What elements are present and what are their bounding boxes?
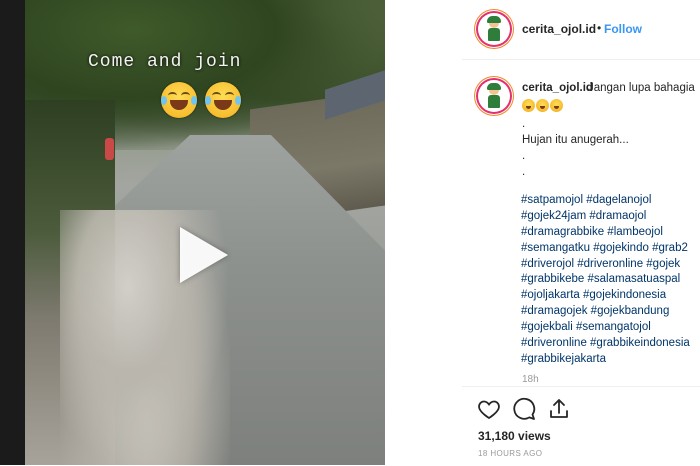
play-icon[interactable] [180,227,228,283]
caption-line: . [522,150,526,162]
hashtag-line[interactable]: #dramagrabbike #lambeojol [521,225,700,241]
hashtag-line[interactable]: #semangatku #gojekindo #grab2 [521,241,700,257]
video-player[interactable]: Come and join [0,0,385,465]
caption-line: . [522,166,526,178]
action-bar: 31,180 views 18 HOURS AGO [462,386,700,466]
post-side-panel: cerita_ojol.id • Follow cerita_ojol.id J… [462,0,700,465]
heart-icon[interactable] [477,397,501,421]
caption-line: Hujan itu anugerah... [522,134,629,146]
share-icon[interactable] [547,397,571,421]
hashtag-line[interactable]: #driverojol #driveronline #gojek [521,257,700,273]
panel-gap [385,0,462,465]
hashtag-line[interactable]: #grabbikejakarta [521,352,700,368]
hashtag-line[interactable]: #gojek24jam #dramaojol [521,209,700,225]
header-separator: • [597,21,602,35]
grinning-emoji-icon [536,99,549,112]
laughing-emoji-icon [161,82,197,118]
caption-line: . [522,118,526,130]
comment-timestamp: 18h [522,374,539,385]
hashtag-line[interactable]: #dramagojek #gojekbandung [521,304,700,320]
laughing-emoji-icon [205,82,241,118]
header-username-link[interactable]: cerita_ojol.id [522,22,596,36]
hashtag-line[interactable]: #satpamojol #dagelanojol [521,193,700,209]
follow-button[interactable]: Follow [604,22,642,36]
person-figure [105,138,114,160]
caption-comment: cerita_ojol.id Jangan lupa bahagia . Huj… [462,60,700,385]
hashtag-line[interactable]: #grabbikebe #salamasatuaspal [521,272,700,288]
view-count[interactable]: 31,180 views [478,429,551,443]
hashtag-list: #satpamojol #dagelanojol #gojek24jam #dr… [521,193,700,368]
hashtag-line[interactable]: #gojekbali #semangatojol [521,320,700,336]
video-caption-overlay: Come and join [88,52,242,72]
comment-username-link[interactable]: cerita_ojol.id [522,82,593,94]
grinning-emoji-icon [522,99,535,112]
post-timestamp: 18 HOURS AGO [478,449,543,458]
emoji-row [522,99,563,112]
hashtag-line[interactable]: #ojoljakarta #gojekindonesia [521,288,700,304]
comment-bubble-icon[interactable] [512,397,536,421]
hashtag-line[interactable]: #driveronline #grabbikeindonesia [521,336,700,352]
comment-text: Jangan lupa bahagia [588,82,695,94]
caption-lines: . Hujan itu anugerah... . . [522,116,700,180]
post-header: cerita_ojol.id • Follow [462,0,700,60]
comment-avatar[interactable] [478,80,510,112]
grinning-emoji-icon [550,99,563,112]
avatar[interactable] [478,13,510,45]
